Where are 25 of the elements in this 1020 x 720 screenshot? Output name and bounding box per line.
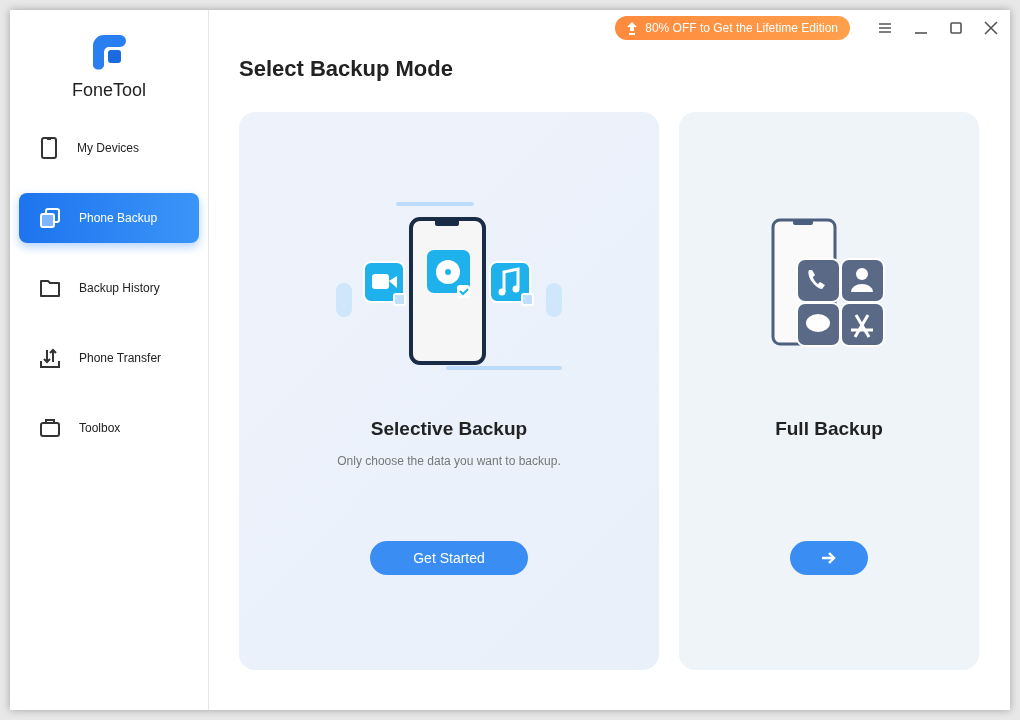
minimize-icon — [914, 32, 928, 34]
transfer-icon — [39, 347, 61, 369]
page-title: Select Backup Mode — [239, 56, 454, 82]
card-description: Only choose the data you want to backup. — [337, 454, 561, 468]
sidebar-item[interactable]: Backup History — [19, 263, 199, 313]
backup-mode-card[interactable]: Selective Backup Only choose the data you want to backup. Get Started — [239, 112, 659, 670]
up-arrow-icon — [627, 21, 638, 35]
maximize-icon — [950, 22, 962, 34]
card-title: Selective Backup — [370, 418, 528, 440]
sidebar-item[interactable]: Toolbox — [19, 403, 199, 453]
briefcase-icon — [39, 418, 61, 438]
app-name: FoneTool — [71, 80, 147, 101]
right-arrow-icon — [821, 551, 837, 565]
menu-icon — [878, 22, 892, 34]
phone-icon — [39, 136, 59, 160]
app-logo-icon — [91, 34, 127, 72]
sidebar-item[interactable]: Phone Transfer — [19, 333, 199, 383]
backup-mode-card[interactable]: Full Backup — [679, 112, 979, 670]
card-title: Full Backup — [775, 418, 883, 440]
copy-icon — [39, 207, 61, 229]
next-button[interactable] — [790, 541, 868, 575]
folder-icon — [39, 278, 61, 298]
sidebar-item[interactable]: Phone Backup — [19, 193, 199, 243]
sidebar-item[interactable]: My Devices — [19, 123, 199, 173]
close-icon — [984, 21, 998, 35]
